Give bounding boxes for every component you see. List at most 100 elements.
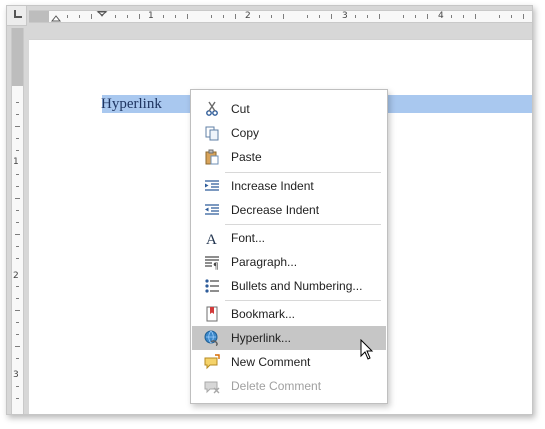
menu-item-cut[interactable]: Cut <box>192 97 386 121</box>
vertical-ruler[interactable]: 1 2 3 <box>11 28 24 414</box>
paragraph-icon: ¶ <box>205 256 219 270</box>
ruler-tick <box>271 15 272 18</box>
bookmark-icon <box>206 306 218 322</box>
menu-item-label: Paste <box>231 150 262 164</box>
ruler-indent-markers[interactable] <box>29 11 532 24</box>
menu-item-label: Bookmark... <box>231 307 296 321</box>
font-icon: A <box>206 232 217 246</box>
ruler-corner[interactable] <box>7 6 27 26</box>
ruler-tick <box>235 14 236 19</box>
ruler-tick <box>79 15 80 18</box>
ruler-tick <box>259 15 260 18</box>
ruler-tick <box>475 14 476 19</box>
delete-comment-icon <box>204 381 220 394</box>
menu-item-label: Font... <box>231 231 266 245</box>
ruler-tick <box>16 298 19 299</box>
ruler-tick <box>211 15 212 18</box>
ruler-tick <box>523 14 524 19</box>
menu-item-font[interactable]: A Font... <box>192 226 386 250</box>
menu-item-bullets-and-numbering[interactable]: Bullets and Numbering... <box>192 274 386 298</box>
ruler-tick <box>511 15 512 18</box>
new-comment-icon <box>204 354 220 370</box>
bullets-numbering-icon <box>205 279 219 293</box>
ruler-number-3: 3 <box>342 11 348 21</box>
menu-item-increase-indent[interactable]: Increase Indent <box>192 174 386 198</box>
ruler-tick <box>16 210 19 211</box>
ruler-tick <box>163 15 164 18</box>
ruler-tick <box>15 234 20 235</box>
horizontal-ruler[interactable]: 1 2 3 4 <box>29 10 532 23</box>
ruler-tick <box>16 222 19 223</box>
menu-item-bookmark[interactable]: Bookmark... <box>192 302 386 326</box>
menu-item-label: Decrease Indent <box>231 203 320 217</box>
ruler-tick <box>403 15 404 18</box>
ruler-tick <box>16 258 19 259</box>
ruler-tick <box>16 386 19 387</box>
increase-indent-icon <box>205 180 219 191</box>
ruler-tick <box>115 15 116 18</box>
ruler-tick <box>319 15 320 18</box>
mouse-pointer-icon <box>360 339 374 360</box>
left-indent-marker[interactable] <box>50 15 62 22</box>
ruler-top-margin <box>12 28 23 86</box>
decrease-indent-icon <box>205 204 219 215</box>
ruler-number-1: 1 <box>13 157 19 167</box>
ruler-tick <box>223 15 224 18</box>
menu-item-label: Copy <box>231 126 260 140</box>
ruler-tick <box>499 15 500 18</box>
hanging-indent-marker[interactable] <box>96 11 108 16</box>
menu-item-decrease-indent[interactable]: Decrease Indent <box>192 198 386 222</box>
ruler-tick <box>355 15 356 18</box>
menu-item-hyperlink[interactable]: Hyperlink... <box>192 326 386 350</box>
copy-icon <box>205 126 219 141</box>
menu-item-label: Cut <box>231 102 250 116</box>
ruler-tick <box>379 14 380 19</box>
tab-stop-left-icon <box>14 10 22 18</box>
menu-separator <box>225 300 381 301</box>
ruler-tick <box>16 246 19 247</box>
ruler-tick <box>16 186 19 187</box>
menu-item-paste[interactable]: Paste <box>192 145 386 169</box>
ruler-tick <box>16 322 19 323</box>
menu-item-label: Bullets and Numbering... <box>231 279 363 293</box>
ruler-tick <box>91 14 92 19</box>
selected-document-text[interactable]: Hyperlink <box>101 95 162 113</box>
menu-item-new-comment[interactable]: New Comment <box>192 350 386 374</box>
ruler-tick <box>67 15 68 18</box>
ruler-tick <box>16 102 19 103</box>
ruler-tick <box>307 15 308 18</box>
menu-item-label: Increase Indent <box>231 179 314 193</box>
menu-item-delete-comment[interactable]: Delete Comment <box>192 374 386 398</box>
menu-item-label: Hyperlink... <box>231 331 292 345</box>
ruler-tick <box>15 310 20 311</box>
ruler-tick <box>16 150 19 151</box>
menu-separator <box>225 224 381 225</box>
ruler-number-3: 3 <box>13 370 19 380</box>
ruler-tick <box>16 114 19 115</box>
ruler-number-2: 2 <box>13 271 19 281</box>
ruler-tick <box>16 334 19 335</box>
ruler-tick <box>15 346 20 347</box>
ruler-tick <box>415 15 416 18</box>
ruler-tick <box>175 15 176 18</box>
context-menu[interactable]: Cut Copy Paste Increase Indent Decrease … <box>190 89 388 404</box>
svg-text:¶: ¶ <box>213 262 219 270</box>
hyperlink-icon <box>204 330 218 346</box>
menu-item-copy[interactable]: Copy <box>192 121 386 145</box>
ruler-tick <box>15 198 20 199</box>
ruler-tick <box>127 15 128 18</box>
ruler-tick <box>139 14 140 19</box>
menu-item-label: New Comment <box>231 355 311 369</box>
ruler-tick <box>16 174 19 175</box>
screenshot-frame: 1 2 3 4 1 2 3 Hyperlink Cut Copy Paste I… <box>0 0 545 429</box>
menu-separator <box>225 172 381 173</box>
menu-item-paragraph[interactable]: ¶ Paragraph... <box>192 250 386 274</box>
ruler-number-4: 4 <box>438 11 444 21</box>
ruler-tick <box>331 14 332 19</box>
menu-item-label: Paragraph... <box>231 255 298 269</box>
editor-window: 1 2 3 4 1 2 3 Hyperlink Cut Copy Paste I… <box>6 5 533 415</box>
ruler-number-1: 1 <box>148 11 154 21</box>
ruler-tick <box>367 15 368 18</box>
ruler-tick <box>187 14 188 19</box>
ruler-tick <box>283 14 284 19</box>
